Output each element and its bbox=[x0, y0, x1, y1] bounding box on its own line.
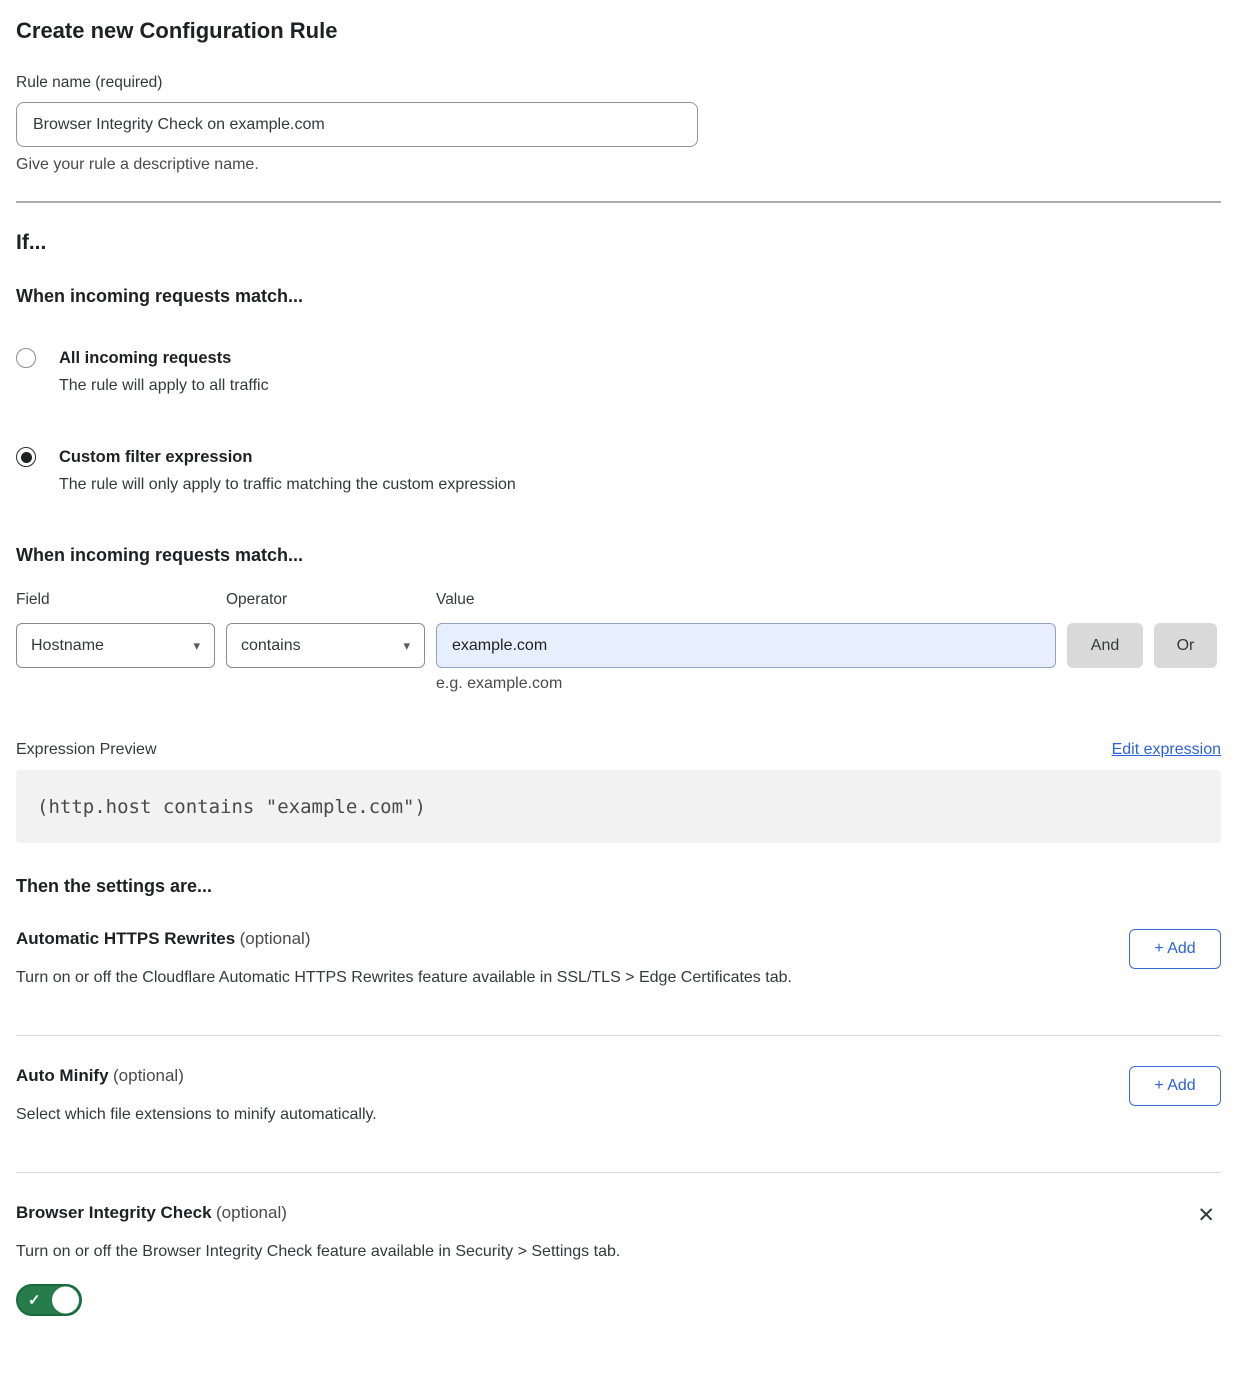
setting-optional-tag: (optional) bbox=[113, 1066, 184, 1085]
radio-option-all-incoming-requests[interactable]: All incoming requests The rule will appl… bbox=[16, 347, 1221, 397]
rule-name-label: Rule name (required) bbox=[16, 73, 1221, 93]
add-automatic-https-rewrites-button[interactable]: + Add bbox=[1129, 929, 1221, 969]
expression-builder: Field Operator Value Hostname ▾ contains… bbox=[16, 590, 1221, 694]
close-icon: ✕ bbox=[1197, 1204, 1215, 1227]
toggle-knob[interactable] bbox=[52, 1287, 79, 1314]
expression-builder-heading: When incoming requests match... bbox=[16, 543, 1221, 567]
if-heading: If... bbox=[16, 229, 1221, 257]
operator-select[interactable]: contains ▾ bbox=[226, 623, 425, 668]
field-column-label: Field bbox=[16, 590, 215, 610]
add-auto-minify-button[interactable]: + Add bbox=[1129, 1066, 1221, 1106]
setting-description: Turn on or off the Browser Integrity Che… bbox=[16, 1241, 620, 1263]
operator-column-label: Operator bbox=[226, 590, 425, 610]
value-input[interactable] bbox=[436, 623, 1056, 668]
expression-preview-code: (http.host contains "example.com") bbox=[37, 796, 426, 818]
operator-select-value: contains bbox=[241, 637, 301, 655]
page-title: Create new Configuration Rule bbox=[16, 18, 1221, 44]
value-column-label: Value bbox=[436, 590, 1056, 610]
setting-optional-tag: (optional) bbox=[240, 929, 311, 948]
radio-unselected-icon[interactable] bbox=[16, 348, 36, 368]
setting-row-automatic-https-rewrites: Automatic HTTPS Rewrites (optional) Turn… bbox=[16, 899, 1221, 1035]
radio-description: The rule will apply to all traffic bbox=[59, 375, 269, 397]
value-help-text: e.g. example.com bbox=[436, 674, 1056, 694]
radio-option-custom-filter-expression[interactable]: Custom filter expression The rule will o… bbox=[16, 446, 1221, 496]
setting-title: Automatic HTTPS Rewrites bbox=[16, 929, 235, 948]
create-configuration-rule-page: Create new Configuration Rule Rule name … bbox=[0, 18, 1237, 1316]
then-settings-heading: Then the settings are... bbox=[16, 873, 1221, 899]
setting-description: Select which file extensions to minify a… bbox=[16, 1104, 377, 1126]
match-heading: When incoming requests match... bbox=[16, 284, 1221, 308]
setting-row-auto-minify: Auto Minify (optional) Select which file… bbox=[16, 1036, 1221, 1172]
setting-optional-tag: (optional) bbox=[216, 1203, 287, 1222]
setting-description: Turn on or off the Cloudflare Automatic … bbox=[16, 967, 792, 989]
radio-label: Custom filter expression bbox=[59, 446, 516, 468]
setting-title: Auto Minify bbox=[16, 1066, 109, 1085]
expression-preview-box: (http.host contains "example.com") bbox=[16, 770, 1221, 843]
field-select[interactable]: Hostname ▾ bbox=[16, 623, 215, 668]
section-divider bbox=[16, 201, 1221, 203]
browser-integrity-check-toggle[interactable]: ✓ bbox=[16, 1284, 82, 1316]
or-button[interactable]: Or bbox=[1154, 623, 1217, 668]
chevron-down-icon: ▾ bbox=[403, 638, 410, 654]
check-icon: ✓ bbox=[28, 1293, 41, 1308]
setting-row-browser-integrity-check: Browser Integrity Check (optional) Turn … bbox=[16, 1173, 1221, 1316]
radio-selected-icon[interactable] bbox=[16, 447, 36, 467]
expression-preview-label: Expression Preview bbox=[16, 739, 157, 761]
radio-description: The rule will only apply to traffic matc… bbox=[59, 474, 516, 496]
rule-name-input[interactable] bbox=[16, 102, 698, 147]
radio-label: All incoming requests bbox=[59, 347, 269, 369]
edit-expression-link[interactable]: Edit expression bbox=[1112, 739, 1221, 761]
setting-title: Browser Integrity Check bbox=[16, 1203, 212, 1222]
and-button[interactable]: And bbox=[1067, 623, 1143, 668]
remove-browser-integrity-check-button[interactable]: ✕ bbox=[1191, 1203, 1221, 1228]
chevron-down-icon: ▾ bbox=[193, 638, 200, 654]
rule-name-help: Give your rule a descriptive name. bbox=[16, 155, 1221, 175]
field-select-value: Hostname bbox=[31, 637, 104, 655]
